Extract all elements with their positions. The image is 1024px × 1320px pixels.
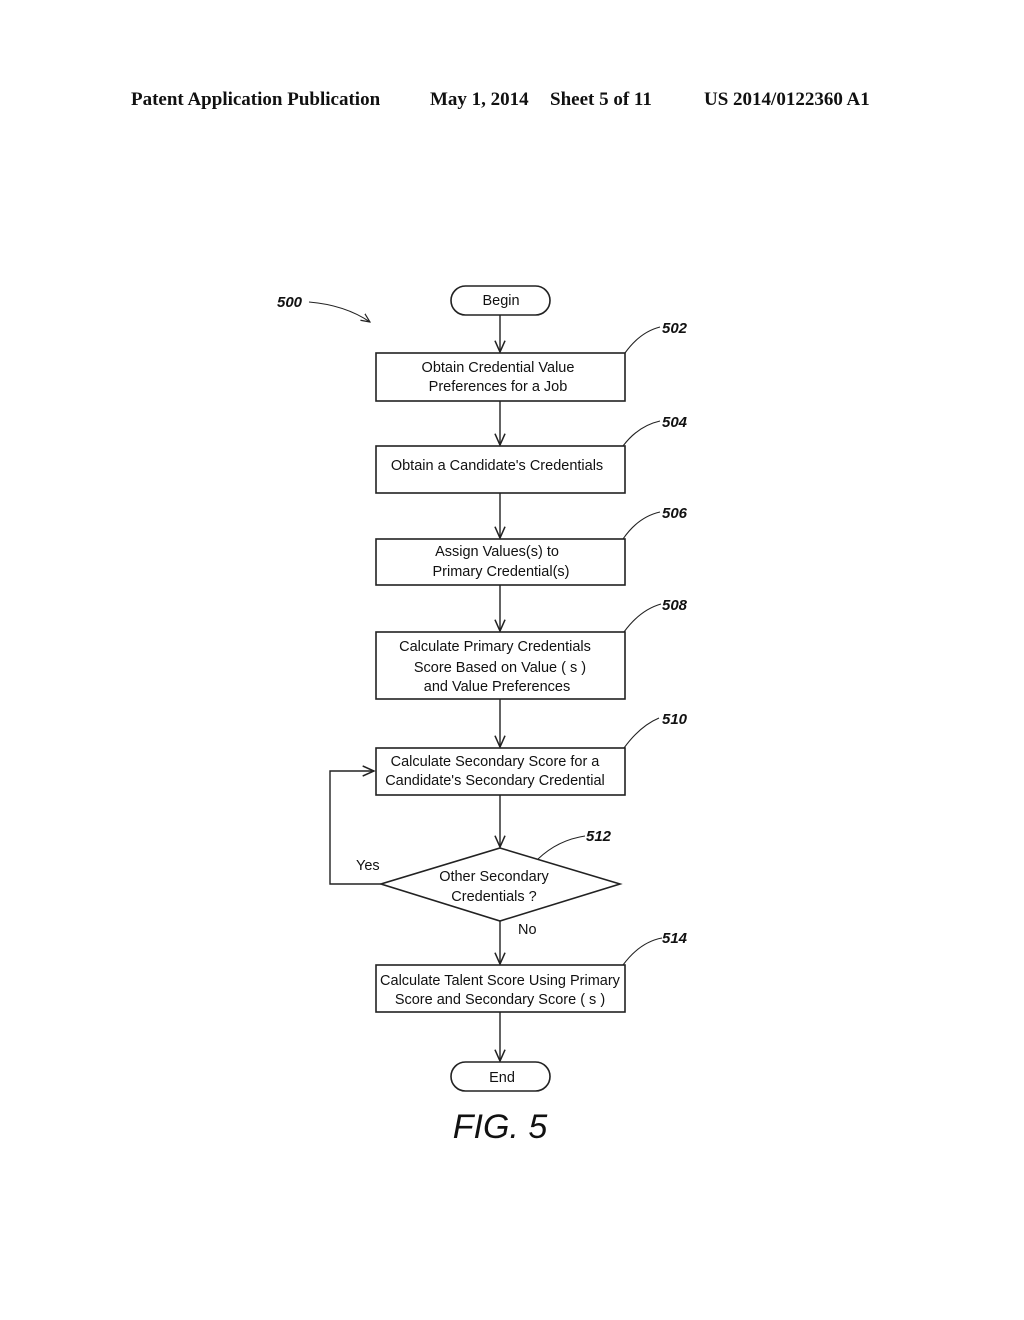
decision-512-leader: [537, 835, 586, 860]
step-508-line-1: Calculate Primary Credentials: [399, 639, 591, 655]
step-506-line-1: Assign Values(s) to: [435, 544, 559, 560]
step-508-leader: [623, 603, 662, 633]
step-504-line-1: Obtain a Candidate's Credentials: [391, 458, 603, 474]
end-terminal: End: [450, 1061, 551, 1092]
figure-ref-label: 500: [277, 294, 303, 311]
step-506-ref: 506: [662, 505, 688, 522]
no-label: No: [518, 922, 537, 938]
step-504-leader: [622, 420, 661, 447]
step-510-line-1: Calculate Secondary Score for a: [391, 754, 601, 770]
begin-label: Begin: [482, 293, 519, 309]
step-510-ref: 510: [662, 711, 688, 728]
step-508-ref: 508: [662, 597, 688, 614]
begin-terminal: Begin: [450, 285, 551, 316]
end-label: End: [489, 1070, 515, 1086]
step-514-line-2: Score and Secondary Score ( s ): [395, 992, 605, 1008]
step-506-leader: [622, 511, 661, 540]
step-514-ref: 514: [662, 930, 688, 947]
step-502-leader: [624, 326, 661, 354]
step-506: Assign Values(s) to Primary Credential(s…: [375, 505, 688, 586]
step-510-leader: [623, 717, 660, 749]
step-510: Calculate Secondary Score for a Candidat…: [375, 711, 688, 796]
step-508: Calculate Primary Credentials Score Base…: [375, 597, 688, 700]
step-510-line-2: Candidate's Secondary Credential: [385, 773, 605, 789]
step-504-ref: 504: [662, 414, 688, 431]
step-508-line-2: Score Based on Value ( s ): [414, 660, 586, 676]
decision-512-ref: 512: [586, 828, 612, 845]
yes-label: Yes: [356, 858, 380, 874]
step-506-line-2: Primary Credential(s): [433, 564, 570, 580]
step-502-line-1: Obtain Credential Value: [422, 360, 575, 376]
step-514-leader: [622, 937, 663, 966]
step-502-ref: 502: [662, 320, 688, 337]
flowchart: 500 Yes No Begin Obtain Credential Value…: [277, 285, 688, 1146]
figure-caption: FIG. 5: [453, 1108, 548, 1146]
step-502: Obtain Credential Value Preferences for …: [375, 320, 688, 402]
step-514-line-1: Calculate Talent Score Using Primary: [380, 973, 621, 989]
step-508-line-3: and Value Preferences: [424, 679, 570, 695]
step-502-line-2: Preferences for a Job: [429, 379, 568, 395]
decision-512-line-1: Other Secondary: [439, 869, 549, 885]
step-504: Obtain a Candidate's Credentials 504: [375, 414, 688, 494]
step-514: Calculate Talent Score Using Primary Sco…: [375, 930, 688, 1013]
figure-ref-arrow: [308, 301, 370, 322]
decision-512-line-2: Credentials ?: [451, 889, 536, 905]
